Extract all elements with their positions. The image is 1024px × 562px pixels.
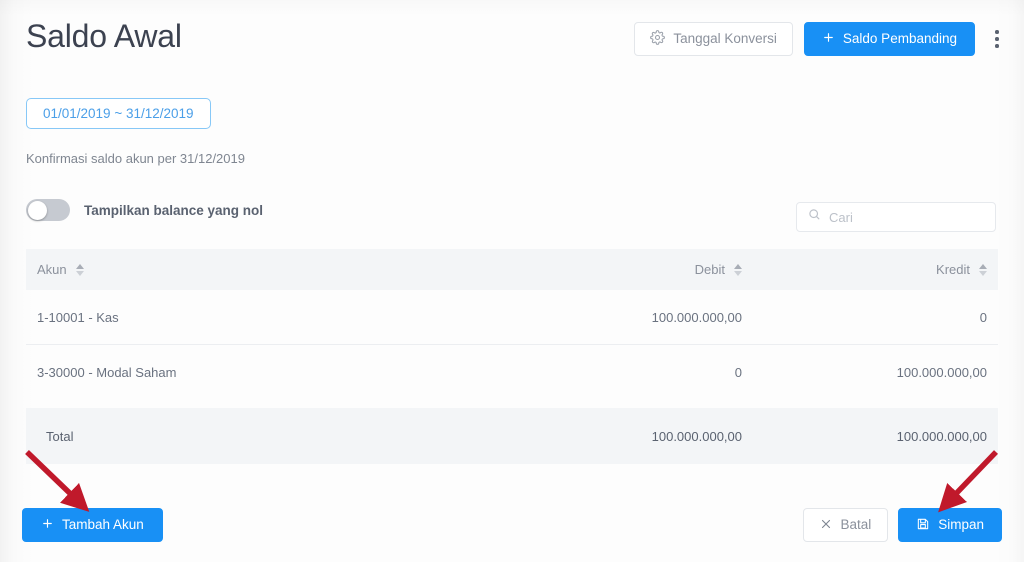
cell-debit: 100.000.000,00 (651, 309, 742, 325)
cell-akun: 1-10001 - Kas (37, 309, 119, 325)
cell-kredit: 100.000.000,00 (896, 365, 987, 380)
sort-icon-akun[interactable] (75, 263, 84, 276)
toggle-knob (27, 200, 47, 220)
zero-balance-toggle-label: Tampilkan balance yang nol (84, 202, 264, 218)
tanggal-konversi-label: Tanggal Konversi (673, 31, 777, 47)
table-row[interactable]: 3-30000 - Modal Saham 0 100.000.000,00 (26, 345, 998, 400)
simpan-label: Simpan (938, 517, 984, 533)
zero-balance-toggle[interactable] (26, 199, 70, 221)
saldo-pembanding-button[interactable]: Saldo Pembanding (803, 22, 975, 56)
saldo-pembanding-label: Saldo Pembanding (842, 31, 957, 47)
saldo-awal-table: Akun Debit Kredit 1-10001 - Kas 100.000.… (26, 249, 998, 464)
save-icon (916, 517, 930, 534)
gear-icon (650, 30, 666, 48)
date-range-picker[interactable]: 01/01/2019 ~ 31/12/2019 (26, 98, 211, 129)
tambah-akun-label: Tambah Akun (62, 517, 144, 533)
search-icon (808, 208, 821, 226)
column-header-debit-label: Debit (694, 262, 725, 277)
header-actions: Tanggal Konversi Saldo Pembanding (634, 22, 1008, 56)
close-icon (820, 518, 832, 533)
table-header-row: Akun Debit Kredit (26, 249, 998, 290)
sort-icon-kredit[interactable] (979, 263, 987, 276)
plus-icon (41, 517, 54, 533)
batal-label: Batal (840, 517, 872, 533)
footer-right-actions: Batal Simpan (803, 508, 1002, 542)
plus-icon (822, 31, 835, 47)
column-header-kredit-label: Kredit (936, 262, 970, 277)
batal-button[interactable]: Batal (803, 508, 889, 542)
total-label: Total (46, 428, 74, 444)
search-box[interactable] (796, 202, 996, 232)
column-header-akun-label: Akun (37, 262, 67, 277)
table-row[interactable]: 1-10001 - Kas 100.000.000,00 0 (26, 290, 998, 345)
column-header-debit[interactable]: Debit (478, 262, 748, 277)
zero-balance-toggle-row: Tampilkan balance yang nol (26, 199, 263, 221)
page-title: Saldo Awal (26, 18, 182, 54)
footer-left-actions: Tambah Akun (22, 508, 163, 542)
cell-akun: 3-30000 - Modal Saham (37, 365, 177, 380)
cell-debit: 0 (734, 365, 742, 380)
cell-kredit: 0 (979, 309, 987, 325)
sort-icon-debit[interactable] (734, 263, 742, 276)
total-debit: 100.000.000,00 (651, 428, 742, 444)
search-input[interactable] (829, 209, 984, 225)
table-total-row: Total 100.000.000,00 100.000.000,00 (26, 408, 998, 464)
tambah-akun-button[interactable]: Tambah Akun (22, 508, 163, 542)
tanggal-konversi-button[interactable]: Tanggal Konversi (634, 22, 793, 56)
saldo-awal-page: Saldo Awal Tanggal Konversi Saldo Pemban… (0, 0, 1024, 562)
column-header-akun[interactable]: Akun (26, 262, 478, 277)
total-kredit: 100.000.000,00 (896, 428, 987, 444)
kebab-menu-icon[interactable] (986, 22, 1008, 56)
column-header-kredit[interactable]: Kredit (748, 262, 998, 277)
page-subtitle: Konfirmasi saldo akun per 31/12/2019 (26, 151, 245, 166)
simpan-button[interactable]: Simpan (898, 508, 1002, 542)
